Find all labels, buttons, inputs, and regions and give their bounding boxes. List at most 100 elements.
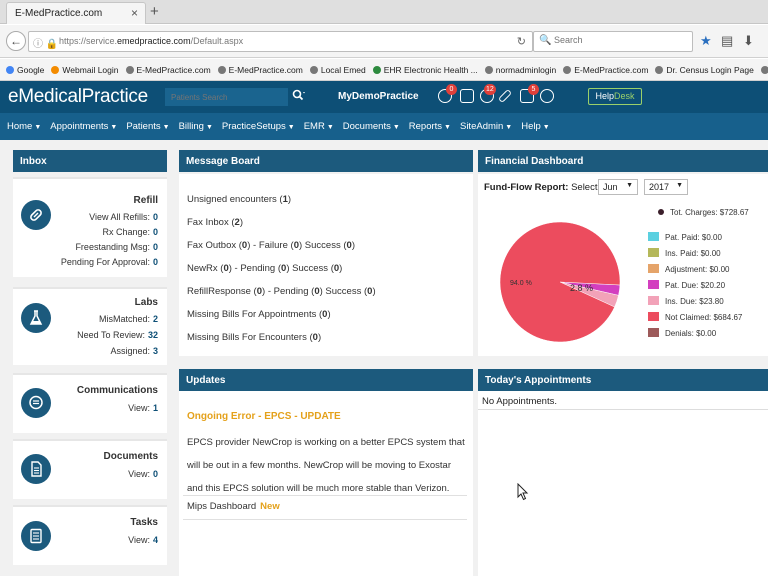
financial-dashboard-header: Financial Dashboard [478, 150, 768, 172]
close-tab-icon[interactable]: × [131, 6, 138, 20]
flask-icon [21, 303, 51, 333]
legend-item: Denials: $0.00 [648, 328, 716, 338]
message-board-row[interactable]: NewRx (0) - Pending (0) Success (0) [187, 263, 342, 274]
fund-flow-label: Fund-Flow Report: Select : [484, 182, 603, 193]
bookmark-label: Webmail Login [62, 65, 119, 75]
app-logo[interactable]: eMedicalPractice [8, 86, 148, 108]
download-icon[interactable]: ⬇ [743, 33, 754, 49]
legend-swatch [648, 296, 659, 305]
clipboard-icon[interactable]: ▤ [721, 33, 733, 49]
nav-item-label: Appointments [50, 121, 109, 132]
mouse-cursor-icon [517, 483, 529, 501]
practice-name[interactable]: MyDemoPractice [338, 91, 419, 102]
nav-item-label: SiteAdmin [459, 121, 504, 132]
browser-search-box[interactable]: 🔍 [533, 31, 693, 52]
address-text: https://service.emedpractice.com/Default… [59, 36, 244, 46]
tasks-row[interactable]: View: 4 [128, 535, 158, 545]
bookmark-item[interactable]: normadminlogin [484, 65, 556, 75]
browser-tab-title: E-MedPractice.com [15, 8, 103, 19]
message-board-row[interactable]: Missing Bills For Appointments (0) [187, 309, 331, 320]
clock-icon[interactable] [540, 89, 554, 103]
browser-tab[interactable]: E-MedPractice.com × [6, 2, 146, 24]
refill-row[interactable]: Pending For Approval: 0 [61, 257, 158, 267]
chat-bubble-icon [21, 388, 51, 418]
new-tab-icon[interactable]: + [150, 3, 159, 20]
chevron-down-icon: ▼ [287, 124, 295, 131]
tasks-badge: 5 [528, 84, 539, 95]
inbox-labs-card[interactable]: Labs MisMatched: 2 Need To Review: 32 Assi… [13, 287, 167, 365]
pen-icon[interactable] [497, 88, 513, 104]
bookmark-item[interactable]: E-MedPractice.com [125, 65, 211, 75]
refill-row[interactable]: Freestanding Msg: 0 [75, 242, 158, 252]
month-select[interactable]: Jun ▼ [598, 179, 638, 195]
bookmark-favicon-icon [217, 66, 226, 74]
message-board-row[interactable]: Missing Bills For Encounters (0) [187, 332, 321, 343]
nav-item-emr[interactable]: EMR ▼ [304, 121, 334, 132]
message-board-row[interactable]: RefillResponse (0) - Pending (0) Success… [187, 286, 376, 297]
document-icon[interactable] [460, 89, 474, 103]
mips-dashboard-link[interactable]: Mips Dashboard New [187, 501, 280, 512]
message-board-header: Message Board [179, 150, 473, 172]
refill-row[interactable]: Rx Change: 0 [102, 227, 158, 237]
labs-title: Labs [134, 297, 158, 308]
message-board-row[interactable]: Fax Outbox (0) - Failure (0) Success (0) [187, 240, 355, 251]
labs-row[interactable]: Assigned: 3 [110, 346, 158, 356]
inbox-refill-card[interactable]: Refill View All Refills: 0 Rx Change: 0 Fr… [13, 177, 167, 277]
bookmark-label: E-MedPractice.com [228, 65, 303, 75]
inbox-documents-card[interactable]: Documents View: 0 [13, 439, 167, 499]
inbox-tasks-card[interactable]: Tasks View: 4 [13, 505, 167, 565]
nav-item-siteadmin[interactable]: SiteAdmin ▼ [460, 121, 512, 132]
message-board-row[interactable]: Unsigned encounters (1) [187, 194, 291, 205]
nav-item-home[interactable]: Home ▼ [7, 121, 41, 132]
year-select[interactable]: 2017 ▼ [644, 179, 688, 195]
legend-item: Adjustment: $0.00 [648, 264, 729, 274]
bookmark-item[interactable]: E-MedPractice.com [217, 65, 303, 75]
nav-item-reports[interactable]: Reports ▼ [409, 121, 451, 132]
documents-row[interactable]: View: 0 [128, 469, 158, 479]
bookmark-favicon-icon [484, 66, 493, 74]
bookmark-item[interactable]: Google [6, 65, 44, 75]
labs-row[interactable]: MisMatched: 2 [99, 314, 158, 324]
patient-search-input[interactable] [165, 88, 288, 106]
nav-item-practicesetups[interactable]: PracticeSetups ▼ [222, 121, 295, 132]
message-board-panel: Unsigned encounters (1) Fax Inbox (2) Fa… [179, 174, 473, 356]
reload-icon[interactable]: ↻ [517, 35, 526, 48]
bookmark-star-icon[interactable]: ★ [700, 33, 712, 49]
bookmark-item[interactable]: E-MedPractice.com [563, 65, 648, 75]
nav-item-documents[interactable]: Documents ▼ [343, 121, 400, 132]
nav-item-help[interactable]: Help ▼ [521, 121, 549, 132]
bookmark-item[interactable]: Local Emed [309, 65, 366, 75]
bookmark-favicon-icon [125, 66, 134, 74]
update-item-title[interactable]: Ongoing Error - EPCS - UPDATE [187, 411, 341, 422]
divider [183, 495, 467, 496]
bookmark-favicon-icon [309, 66, 318, 74]
helpdesk-help-label: Help [595, 91, 614, 101]
legend-item: Ins. Paid: $0.00 [648, 248, 721, 258]
communications-row[interactable]: View: 1 [128, 403, 158, 413]
updates-header: Updates [179, 369, 473, 391]
nav-item-appointments[interactable]: Appointments ▼ [50, 121, 117, 132]
financial-dashboard-panel: Fund-Flow Report: Select : Jun ▼ 2017 ▼ 94… [478, 174, 768, 356]
nav-item-patients[interactable]: Patients ▼ [126, 121, 169, 132]
bookmark-favicon-icon [760, 66, 768, 74]
labs-row[interactable]: Need To Review: 32 [77, 330, 158, 340]
browser-search-input[interactable] [554, 35, 684, 45]
helpdesk-button[interactable]: HelpDesk [588, 88, 642, 105]
no-appointments-text: No Appointments. [482, 396, 557, 407]
nav-item-billing[interactable]: Billing ▼ [179, 121, 213, 132]
main-nav: Home ▼ Appointments ▼ Patients ▼ Billing ▼ Pract… [0, 113, 768, 140]
inbox-communications-card[interactable]: Communications View: 1 [13, 373, 167, 433]
bookmark-item[interactable]: Webmail Login [51, 65, 119, 75]
bookmark-item[interactable]: EHR Electronic Health ... [372, 65, 478, 75]
address-bar[interactable]: ⓘ 🔒 https://service.emedpractice.com/Def… [28, 31, 533, 52]
refill-row[interactable]: View All Refills: 0 [89, 212, 158, 222]
message-board-row[interactable]: Fax Inbox (2) [187, 217, 243, 228]
back-arrow-icon[interactable]: ← [6, 31, 26, 51]
chevron-down-icon: ▼ [505, 124, 513, 131]
chevron-down-icon: ▼ [542, 124, 550, 131]
legend-label: Denials: $0.00 [665, 329, 717, 338]
search-icon[interactable] [292, 89, 306, 104]
nav-item-label: Documents [342, 121, 391, 132]
bookmark-item[interactable]: Patient Regi... [760, 65, 768, 75]
bookmark-item[interactable]: Dr. Census Login Page [655, 65, 754, 75]
